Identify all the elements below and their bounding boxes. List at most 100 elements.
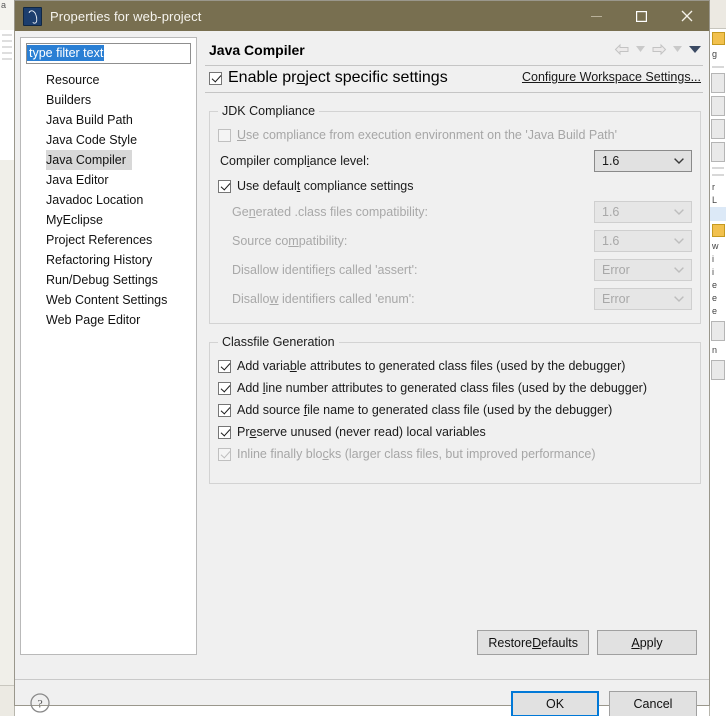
sidebar-item-java-editor[interactable]: Java Editor: [22, 170, 195, 190]
background-ide-right-warn-icon: [712, 224, 725, 237]
add-line-number-attributes-label: Add line number attributes to generated …: [237, 381, 647, 395]
background-ide-right-file-icon: [712, 32, 725, 45]
help-button[interactable]: ?: [29, 692, 51, 714]
disallow-assert-select: Error: [594, 258, 692, 281]
preserve-unused-locals-row[interactable]: Preserve unused (never read) local varia…: [218, 421, 692, 443]
maximize-button[interactable]: [619, 1, 664, 31]
sidebar-item-web-page-editor[interactable]: Web Page Editor: [22, 310, 195, 330]
generated-class-compatibility-value: 1.6: [602, 204, 620, 219]
dialog-footer-buttons: OK Cancel: [511, 691, 697, 716]
use-execution-environment-label: Use compliance from execution environmen…: [237, 128, 617, 142]
enable-project-specific-checkbox[interactable]: [209, 71, 222, 85]
sidebar-item-project-references[interactable]: Project References: [22, 230, 195, 250]
minimize-icon: [591, 15, 602, 17]
configure-workspace-settings-link[interactable]: Configure Workspace Settings...: [522, 70, 701, 84]
background-ide-right-text9: e: [712, 306, 718, 316]
background-ide-right-text2: r: [712, 182, 715, 192]
back-menu-button[interactable]: [634, 40, 647, 58]
ok-button[interactable]: OK: [511, 691, 599, 716]
sidebar-item-label: Javadoc Location: [46, 193, 144, 207]
background-ide-left-status: [0, 685, 14, 716]
classfile-generation-group: Classfile Generation Add variable attrib…: [209, 335, 701, 484]
use-execution-environment-checkbox[interactable]: [218, 128, 231, 142]
enable-row-divider: [205, 92, 703, 93]
sidebar-item-javadoc-location[interactable]: Javadoc Location: [22, 190, 195, 210]
search-input[interactable]: type filter text: [26, 43, 191, 64]
sidebar-item-label: Refactoring History: [46, 253, 153, 267]
use-default-compliance-label: Use default compliance settings: [237, 179, 414, 193]
chevron-down-icon: [674, 260, 684, 280]
background-ide-right: g r L w i i e e e n: [709, 0, 726, 716]
settings-tree-panel: type filter text Resource Builders Java …: [20, 37, 197, 655]
chevron-down-icon: [674, 151, 684, 171]
properties-dialog: Properties for web-project type filter t…: [14, 0, 710, 716]
background-ide-right-text: g: [712, 49, 718, 59]
close-button[interactable]: [664, 1, 709, 31]
background-ide-right-text4: w: [712, 241, 719, 251]
settings-tree-list: Resource Builders Java Build Path Java C…: [22, 70, 195, 330]
use-default-compliance-row[interactable]: Use default compliance settings: [218, 175, 692, 197]
dialog-titlebar[interactable]: Properties for web-project: [15, 1, 709, 31]
sidebar-item-java-compiler[interactable]: Java Compiler: [22, 150, 195, 170]
inline-finally-blocks-row[interactable]: Inline finally blocks (larger class file…: [218, 443, 692, 465]
compiler-compliance-level-select[interactable]: 1.6: [594, 149, 692, 172]
jdk-compliance-group: JDK Compliance Use compliance from execu…: [209, 104, 701, 324]
background-ide-right-text10: n: [712, 345, 718, 355]
sidebar-item-java-code-style[interactable]: Java Code Style: [22, 130, 195, 150]
sidebar-item-myeclipse[interactable]: MyEclipse: [22, 210, 195, 230]
background-ide-right-text7: e: [712, 280, 718, 290]
sidebar-item-label: Java Build Path: [46, 113, 133, 127]
preserve-unused-locals-checkbox[interactable]: [218, 425, 231, 439]
view-menu-button[interactable]: [687, 40, 703, 58]
help-icon: ?: [30, 693, 50, 713]
add-source-file-name-row[interactable]: Add source file name to generated class …: [218, 399, 692, 421]
background-ide-right-text5: i: [712, 254, 714, 264]
add-source-file-name-checkbox[interactable]: [218, 403, 231, 417]
compiler-compliance-level-value: 1.6: [602, 153, 620, 168]
sidebar-item-label: Java Compiler: [46, 150, 132, 170]
enable-project-specific-row[interactable]: Enable project specific settings Configu…: [205, 65, 703, 91]
add-variable-attributes-checkbox[interactable]: [218, 359, 231, 373]
dialog-footer: ? OK Cancel: [15, 680, 709, 716]
inline-finally-blocks-checkbox[interactable]: [218, 447, 231, 461]
disallow-enum-select: Error: [594, 287, 692, 310]
sidebar-item-run-debug-settings[interactable]: Run/Debug Settings: [22, 270, 195, 290]
window-controls: [574, 1, 709, 31]
sidebar-item-refactoring-history[interactable]: Refactoring History: [22, 250, 195, 270]
chevron-down-icon: [636, 46, 645, 52]
enable-project-specific-label: Enable project specific settings: [228, 69, 448, 86]
screenshot-root: a g r L w i i e e e n Properties for web…: [0, 0, 726, 716]
page-nav-buttons: [613, 40, 703, 58]
restore-defaults-button[interactable]: Restore Defaults: [477, 630, 589, 655]
sidebar-item-builders[interactable]: Builders: [22, 90, 195, 110]
use-default-compliance-checkbox[interactable]: [218, 179, 231, 193]
forward-button[interactable]: [650, 40, 668, 58]
chevron-down-icon: [674, 231, 684, 251]
sidebar-item-web-content-settings[interactable]: Web Content Settings: [22, 290, 195, 310]
cancel-button[interactable]: Cancel: [609, 691, 697, 716]
chevron-down-icon: [689, 45, 701, 53]
eclipse-properties-icon: [23, 6, 42, 26]
apply-button[interactable]: Apply: [597, 630, 697, 655]
svg-text:?: ?: [37, 697, 42, 711]
add-source-file-name-label: Add source file name to generated class …: [237, 403, 613, 417]
sidebar-item-java-build-path[interactable]: Java Build Path: [22, 110, 195, 130]
compiler-compliance-level-label: Compiler compliance level:: [220, 153, 370, 168]
add-variable-attributes-row[interactable]: Add variable attributes to generated cla…: [218, 355, 692, 377]
add-line-number-attributes-checkbox[interactable]: [218, 381, 231, 395]
sidebar-item-label: Web Page Editor: [46, 313, 141, 327]
disallow-enum-row: Disallow identifiers called 'enum': Erro…: [218, 284, 692, 313]
use-execution-environment-row[interactable]: Use compliance from execution environmen…: [218, 124, 692, 146]
settings-content-pane: Java Compiler Enable project specific se…: [205, 37, 703, 655]
minimize-button[interactable]: [574, 1, 619, 31]
sidebar-item-label: MyEclipse: [46, 213, 103, 227]
sidebar-item-label: Resource: [46, 73, 100, 87]
background-ide-left-toolbar: a: [0, 0, 14, 30]
back-button[interactable]: [613, 40, 631, 58]
add-line-number-attributes-row[interactable]: Add line number attributes to generated …: [218, 377, 692, 399]
forward-menu-button[interactable]: [671, 40, 684, 58]
source-compatibility-row: Source compatibility: 1.6: [218, 226, 692, 255]
sidebar-item-resource[interactable]: Resource: [22, 70, 195, 90]
search-input-value: type filter text: [27, 45, 105, 61]
generated-class-compatibility-row: Generated .class files compatibility: 1.…: [218, 197, 692, 226]
